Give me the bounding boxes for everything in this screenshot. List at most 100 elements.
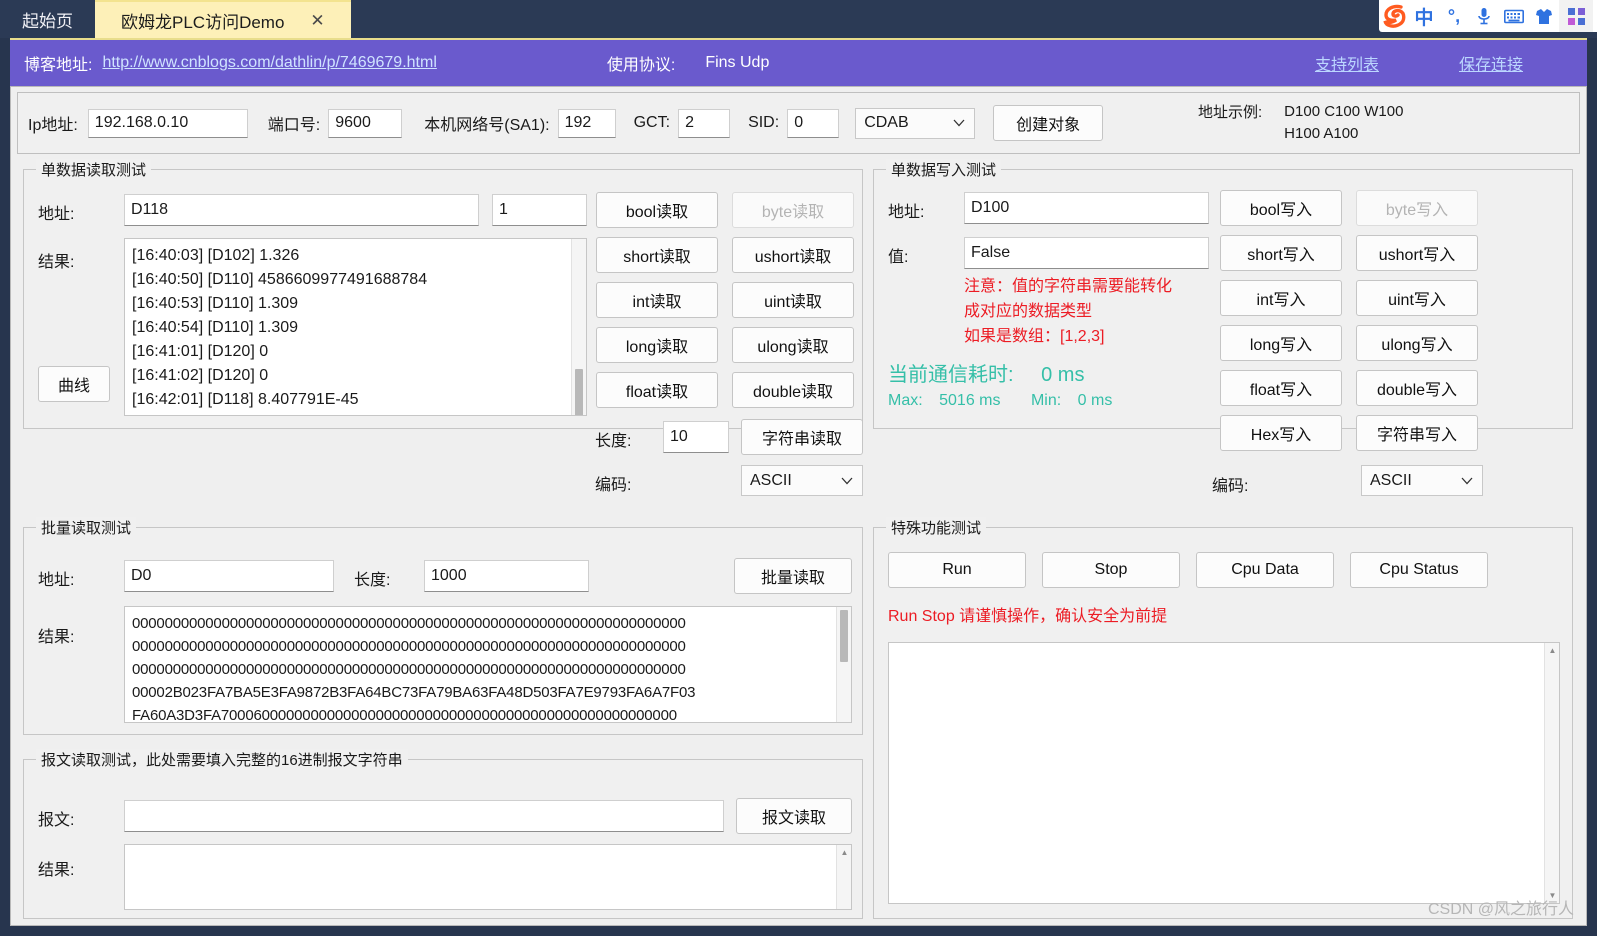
message-result-scrollbar[interactable]: ▲ bbox=[836, 845, 851, 909]
button-label: 字符串写入 bbox=[1376, 427, 1457, 444]
tab-omron-plc-demo[interactable]: 欧姆龙PLC访问Demo ✕ bbox=[95, 0, 351, 38]
create-object-button[interactable]: 创建对象 bbox=[993, 105, 1104, 141]
sid-label: SID: bbox=[748, 114, 780, 131]
button-label: short写入 bbox=[1247, 247, 1315, 264]
elapsed-label: 当前通信耗时: bbox=[888, 364, 1014, 386]
single-write-encoding-select[interactable]: ASCII bbox=[1361, 465, 1483, 496]
log-entry: [16:40:53] [D110] 1.309 bbox=[132, 295, 299, 312]
button-label: ulong写入 bbox=[1381, 337, 1453, 354]
single-write-address-input[interactable] bbox=[964, 192, 1209, 224]
cpu-status-button[interactable]: Cpu Status bbox=[1350, 552, 1488, 588]
keyboard-icon[interactable] bbox=[1499, 1, 1529, 31]
address-example-line2: H100 A100 bbox=[1284, 125, 1359, 142]
byte-order-select[interactable]: CDAB bbox=[855, 107, 976, 139]
batch-read-button-label: 批量读取 bbox=[760, 570, 825, 587]
read-short-button[interactable]: short读取 bbox=[596, 237, 718, 273]
string-read-label: 字符串读取 bbox=[761, 431, 842, 448]
single-write-address-label: 地址: bbox=[888, 204, 925, 221]
ip-address-input[interactable] bbox=[87, 108, 248, 138]
protocol-label: 使用协议: bbox=[606, 57, 676, 74]
single-write-title: 单数据写入测试 bbox=[886, 159, 1002, 180]
support-list-link[interactable]: 支持列表 bbox=[1315, 51, 1379, 75]
message-read-title: 报文读取测试，此处需要填入完整的16进制报文字符串 bbox=[36, 749, 408, 770]
write--button[interactable]: 字符串写入 bbox=[1356, 415, 1478, 451]
batch-read-result-list[interactable]: 0000000000000000000000000000000000000000… bbox=[124, 606, 852, 723]
sogou-logo-icon bbox=[1379, 1, 1409, 31]
read-ulong-button[interactable]: ulong读取 bbox=[732, 327, 854, 363]
log-entry: [16:42:01] [D118] 8.407791E-45 bbox=[132, 391, 359, 408]
port-input[interactable] bbox=[328, 108, 403, 138]
batch-data-line: FA60A3D3FA700060000000000000000000000000… bbox=[132, 707, 677, 723]
scrollbar-thumb[interactable] bbox=[840, 610, 848, 662]
blog-address-label: 博客地址: bbox=[24, 57, 93, 74]
tab-close-icon[interactable]: ✕ bbox=[310, 12, 324, 29]
button-label: double写入 bbox=[1376, 382, 1458, 399]
blog-url-link[interactable]: http://www.cnblogs.com/dathlin/p/7469679… bbox=[102, 54, 436, 72]
message-read-button-label: 报文读取 bbox=[761, 810, 826, 827]
single-read-result-list[interactable]: [16:40:03] [D102] 1.326 [16:40:50] [D110]… bbox=[124, 238, 587, 416]
message-input[interactable] bbox=[124, 800, 724, 832]
client-area: Ip地址: 端口号: 本机网络号(SA1): GCT: SID: CDAB 创建… bbox=[10, 86, 1587, 926]
single-read-encoding-select[interactable]: ASCII bbox=[741, 465, 863, 496]
special-output-area[interactable]: ▲ ▼ bbox=[888, 642, 1560, 904]
run-button[interactable]: Run bbox=[888, 552, 1026, 588]
write-ulong-button[interactable]: ulong写入 bbox=[1356, 325, 1478, 361]
read-int-button[interactable]: int读取 bbox=[596, 282, 718, 318]
write-bool-button[interactable]: bool写入 bbox=[1220, 190, 1342, 226]
cpu-data-button[interactable]: Cpu Data bbox=[1196, 552, 1334, 588]
skin-shirt-icon[interactable] bbox=[1529, 1, 1559, 31]
message-result-label: 结果: bbox=[38, 862, 75, 879]
single-read-length-input[interactable] bbox=[492, 194, 587, 226]
write-hex-button[interactable]: Hex写入 bbox=[1220, 415, 1342, 451]
read-long-button[interactable]: long读取 bbox=[596, 327, 718, 363]
button-label: uint读取 bbox=[764, 294, 822, 311]
read-uint-button[interactable]: uint读取 bbox=[732, 282, 854, 318]
write-int-button[interactable]: int写入 bbox=[1220, 280, 1342, 316]
read-float-button[interactable]: float读取 bbox=[596, 372, 718, 408]
tab-start-page[interactable]: 起始页 bbox=[0, 0, 95, 38]
scroll-up-arrow[interactable]: ▲ bbox=[837, 845, 851, 860]
chinese-mode-icon[interactable]: 中 bbox=[1409, 1, 1439, 31]
ime-toolbar: 中 °, bbox=[1379, 0, 1597, 32]
batch-read-length-input[interactable] bbox=[424, 560, 589, 592]
create-object-label: 创建对象 bbox=[1016, 117, 1081, 134]
batch-read-result-label: 结果: bbox=[38, 629, 75, 646]
curve-button[interactable]: 曲线 bbox=[38, 366, 110, 402]
read-bool-button[interactable]: bool读取 bbox=[596, 192, 718, 228]
single-read-title: 单数据读取测试 bbox=[36, 159, 152, 180]
single-read-address-input[interactable] bbox=[124, 194, 479, 226]
gct-input[interactable] bbox=[678, 108, 731, 138]
microphone-icon[interactable] bbox=[1469, 1, 1499, 31]
write-double-button[interactable]: double写入 bbox=[1356, 370, 1478, 406]
button-label: ushort读取 bbox=[754, 249, 832, 266]
batch-read-scrollbar[interactable] bbox=[836, 607, 851, 722]
save-connection-link[interactable]: 保存连接 bbox=[1459, 51, 1523, 75]
message-result-area[interactable]: ▲ bbox=[124, 844, 852, 910]
single-read-str-length-input[interactable] bbox=[663, 421, 729, 453]
scrollbar-thumb[interactable] bbox=[575, 369, 583, 415]
button-label: byte写入 bbox=[1385, 202, 1449, 219]
batch-read-button[interactable]: 批量读取 bbox=[734, 558, 852, 594]
string-read-button[interactable]: 字符串读取 bbox=[741, 419, 863, 455]
write-float-button[interactable]: float写入 bbox=[1220, 370, 1342, 406]
punctuation-icon[interactable]: °, bbox=[1439, 1, 1469, 31]
write-short-button[interactable]: short写入 bbox=[1220, 235, 1342, 271]
write-ushort-button[interactable]: ushort写入 bbox=[1356, 235, 1478, 271]
message-label: 报文: bbox=[38, 812, 75, 829]
single-write-value-input[interactable] bbox=[964, 237, 1209, 269]
sa1-input[interactable] bbox=[557, 108, 616, 138]
tab-label: 起始页 bbox=[22, 11, 73, 31]
scroll-up-arrow[interactable]: ▲ bbox=[1545, 643, 1559, 658]
sid-input[interactable] bbox=[787, 108, 840, 138]
message-read-button[interactable]: 报文读取 bbox=[736, 798, 852, 834]
stop-button[interactable]: Stop bbox=[1042, 552, 1180, 588]
scroll-down-arrow[interactable]: ▼ bbox=[1545, 888, 1559, 903]
read-double-button[interactable]: double读取 bbox=[732, 372, 854, 408]
batch-read-address-input[interactable] bbox=[124, 560, 334, 592]
write-uint-button[interactable]: uint写入 bbox=[1356, 280, 1478, 316]
write-long-button[interactable]: long写入 bbox=[1220, 325, 1342, 361]
read-ushort-button[interactable]: ushort读取 bbox=[732, 237, 854, 273]
single-read-scrollbar[interactable] bbox=[571, 239, 586, 415]
special-output-scrollbar[interactable]: ▲ ▼ bbox=[1544, 643, 1559, 903]
apps-grid-icon[interactable] bbox=[1559, 0, 1593, 32]
